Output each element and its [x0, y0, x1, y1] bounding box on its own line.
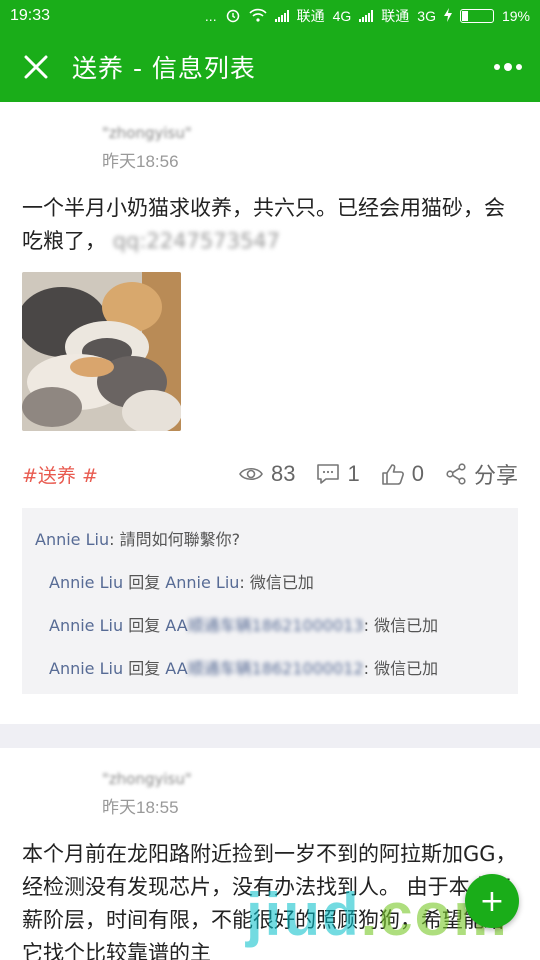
alarm-icon: [225, 7, 241, 26]
comment-author[interactable]: Annie Liu: [49, 616, 123, 635]
comment-text: 請問如何聯繫你?: [119, 530, 241, 549]
post-tag[interactable]: #送养 #: [22, 461, 98, 488]
views-count: 83: [271, 461, 296, 486]
post-text: 一个半月小奶猫求收养，共六只。已经会用猫砂，会吃粮了， qq:224757354…: [22, 196, 505, 253]
comment-item[interactable]: Annie Liu: 請問如何聯繫你?: [22, 518, 518, 561]
charging-icon: [443, 7, 452, 25]
more-icon: [494, 63, 522, 71]
carrier-2: 联通: [381, 8, 410, 24]
reply-target-blurred: 顺通车辆18621000013: [187, 616, 364, 635]
eye-icon: [239, 467, 263, 481]
more-button[interactable]: [476, 32, 540, 102]
close-icon: [24, 55, 48, 79]
more-dots-icon: ...: [204, 8, 217, 24]
post-spacer: [22, 694, 518, 724]
signal-icon-2: [359, 10, 374, 22]
status-bar: 19:33 ... 联通 4G 联通 3G 19%: [0, 0, 540, 32]
network-1: 4G: [332, 8, 352, 24]
signal-icon: [274, 10, 289, 22]
share-icon: [446, 463, 466, 485]
reply-target[interactable]: AA: [165, 659, 187, 678]
wifi-icon: [249, 8, 267, 25]
close-button[interactable]: [0, 32, 72, 102]
comment-reply[interactable]: Annie Liu 回复 Annie Liu: 微信已加: [22, 561, 518, 604]
comment-text: 微信已加: [374, 659, 439, 678]
comment-text: 微信已加: [374, 616, 439, 635]
thumbs-up-icon: [381, 464, 404, 485]
post-date: 昨天18:55: [102, 798, 179, 817]
comment-author[interactable]: Annie Liu: [49, 659, 123, 678]
page-title: 送养 - 信息列表: [72, 54, 256, 83]
comment-icon: [317, 464, 340, 484]
comments-count: 1: [347, 461, 360, 486]
nav-bar: 送养 - 信息列表: [0, 32, 540, 102]
comment-text: 微信已加: [249, 573, 314, 592]
likes-count: 0: [411, 461, 424, 486]
battery-level: 19%: [501, 8, 530, 24]
comment-button[interactable]: 1: [317, 461, 360, 487]
comment-author[interactable]: Annie Liu: [49, 573, 123, 592]
feed: "zhongyisu" 昨天18:56 一个半月小奶猫求收养，共六只。已经会用猫…: [0, 102, 540, 960]
post-author[interactable]: "zhongyisu": [22, 102, 518, 150]
comment-reply[interactable]: Annie Liu 回复 AA顺通车辆18621000012: 微信已加: [22, 647, 518, 690]
reply-target[interactable]: AA: [165, 616, 187, 635]
share-label: 分享: [473, 463, 518, 488]
carrier-1: 联通: [296, 8, 325, 24]
status-icons: ... 联通 4G 联通 3G 19%: [205, 6, 530, 26]
reply-target[interactable]: Annie Liu: [165, 573, 239, 592]
comments-box: Annie Liu: 請問如何聯繫你? Annie Liu 回复 Annie L…: [22, 508, 518, 694]
status-time: 19:33: [10, 7, 51, 24]
add-post-button[interactable]: +: [465, 874, 519, 928]
comment-author[interactable]: Annie Liu: [35, 530, 109, 549]
network-2: 3G: [417, 8, 436, 24]
views-stat: 83: [239, 461, 295, 487]
post-stats: #送养 # 83 1 0 分享: [22, 454, 518, 494]
post-card: "zhongyisu" 昨天18:56 一个半月小奶猫求收养，共六只。已经会用猫…: [0, 102, 540, 724]
blurred-contact: qq:2247573547: [112, 229, 281, 253]
like-button[interactable]: 0: [381, 461, 424, 487]
share-button[interactable]: 分享: [446, 458, 518, 490]
reply-target-blurred: 顺通车辆18621000012: [187, 659, 364, 678]
post-date: 昨天18:56: [102, 152, 179, 171]
post-author[interactable]: "zhongyisu": [22, 748, 518, 796]
battery-icon: [459, 9, 494, 23]
cat-photo[interactable]: [22, 272, 181, 431]
plus-icon: +: [479, 883, 505, 919]
comment-reply[interactable]: Annie Liu 回复 AA顺通车辆18621000013: 微信已加: [22, 604, 518, 647]
